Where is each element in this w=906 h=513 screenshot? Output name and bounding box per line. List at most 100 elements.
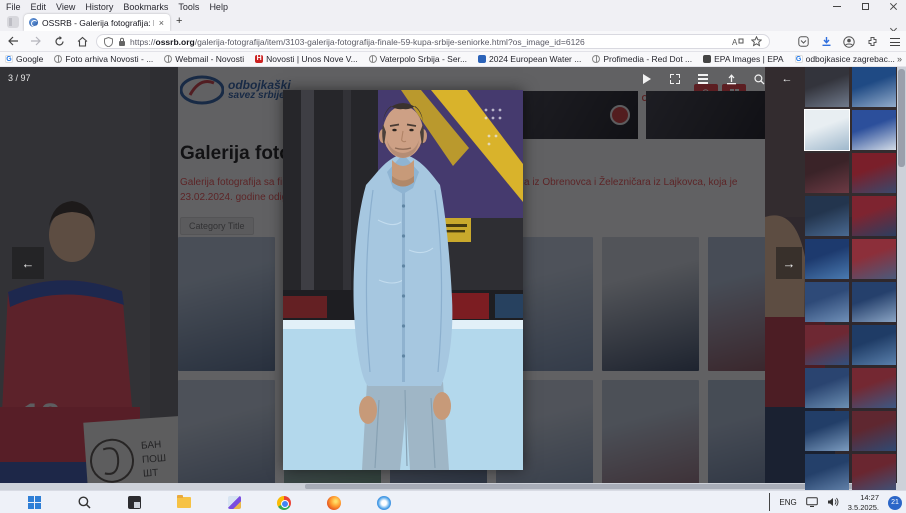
tabbar: OSSRB - Galerija fotografija: Fi × + (0, 13, 906, 31)
chrome-button[interactable] (276, 495, 292, 511)
new-tab-button[interactable]: + (176, 15, 182, 27)
bookmark-item[interactable]: GGoogle (5, 54, 43, 64)
bookmark-item[interactable]: 2024 European Water ... (478, 54, 581, 64)
play-icon (643, 74, 651, 84)
thumbnail[interactable] (805, 454, 849, 490)
taskbar-clock[interactable]: 14:27 3.5.2025. (848, 493, 879, 512)
task-view-button[interactable] (126, 495, 142, 511)
thumbnail[interactable] (805, 67, 849, 107)
firefox-button[interactable] (326, 495, 342, 511)
app-menu-icon[interactable] (888, 35, 902, 49)
firefox-view-icon[interactable] (7, 16, 19, 28)
volume-icon[interactable] (827, 494, 839, 512)
bookmarks-overflow-chevron[interactable]: » (897, 54, 902, 64)
notification-count-badge[interactable]: 21 (888, 496, 902, 510)
menu-item-tools[interactable]: Tools (178, 2, 199, 12)
browser-tab[interactable]: OSSRB - Galerija fotografija: Fi × (24, 14, 170, 31)
vertical-scrollbar[interactable] (897, 67, 906, 483)
toolbar-right-icons (796, 33, 902, 50)
download-icon (726, 74, 737, 85)
start-button[interactable] (26, 495, 42, 511)
menu-item-view[interactable]: View (56, 2, 75, 12)
downloads-icon[interactable] (819, 35, 833, 49)
snipping-tool-button[interactable] (226, 495, 242, 511)
minimize-button[interactable] (830, 1, 844, 13)
extensions-icon[interactable] (865, 35, 879, 49)
url-bar[interactable]: https://ossrb.org/galerija-fotografija/i… (96, 34, 770, 49)
lock-icon[interactable] (117, 35, 126, 49)
taskbar: ENG 14:27 3.5.2025. 21 (0, 490, 906, 513)
globe-favicon-icon (369, 55, 377, 63)
back-button[interactable] (3, 33, 23, 49)
next-arrow-overlay-button[interactable]: → (776, 247, 802, 279)
previous-image-button[interactable]: ← (778, 70, 796, 88)
fullscreen-button[interactable] (666, 70, 684, 88)
bookmark-item[interactable]: Foto arhiva Novosti - ... (54, 54, 153, 64)
translate-icon[interactable]: A (731, 35, 745, 49)
thumbnail[interactable] (805, 153, 849, 193)
site-favicon-icon (29, 18, 38, 27)
menu-item-bookmarks[interactable]: Bookmarks (123, 2, 168, 12)
thumbnail[interactable] (852, 454, 896, 490)
firefox-icon (327, 496, 341, 510)
menu-item-edit[interactable]: Edit (31, 2, 47, 12)
thumbnail[interactable] (852, 196, 896, 236)
menu-item-history[interactable]: History (85, 2, 113, 12)
menu-item-file[interactable]: File (6, 2, 21, 12)
thumbnail[interactable] (805, 368, 849, 408)
thumbnail[interactable] (805, 411, 849, 451)
bookmark-item[interactable]: Vaterpolo Srbija - Ser... (369, 54, 467, 64)
thumbnail[interactable] (852, 110, 896, 150)
bookmark-item[interactable]: Godbojkasice zagrebac... (795, 54, 895, 64)
horizontal-scrollbar[interactable] (0, 483, 906, 490)
bookmark-item[interactable]: Webmail - Novosti (164, 54, 244, 64)
blue-favicon-icon (478, 55, 486, 63)
zoom-button[interactable] (750, 70, 768, 88)
thumbnail-current[interactable] (805, 110, 849, 150)
lightbox-main-image[interactable] (283, 90, 523, 470)
thumbnail[interactable] (805, 239, 849, 279)
maximize-button[interactable] (858, 1, 872, 13)
network-icon[interactable] (806, 494, 818, 512)
hidden-icons-chevron[interactable] (769, 494, 770, 512)
bookmark-item[interactable]: Profimedia - Red Dot ... (592, 54, 692, 64)
thumbnail[interactable] (852, 282, 896, 322)
thumbnail[interactable] (852, 368, 896, 408)
home-button[interactable] (72, 33, 92, 49)
thumbnails-button[interactable] (694, 70, 712, 88)
thumbnail[interactable] (852, 239, 896, 279)
thumbnail[interactable] (852, 325, 896, 365)
globe-favicon-icon (54, 55, 62, 63)
bookmark-star-icon[interactable] (749, 35, 763, 49)
thumbnail[interactable] (805, 282, 849, 322)
horizontal-scrollbar-thumb[interactable] (305, 484, 855, 489)
taskbar-search-button[interactable] (76, 495, 92, 511)
list-all-tabs-chevron-icon[interactable] (891, 18, 898, 25)
file-explorer-button[interactable] (176, 495, 192, 511)
thumbnail[interactable] (852, 153, 896, 193)
reload-button[interactable] (49, 33, 69, 49)
task-view-icon (128, 496, 141, 509)
download-button[interactable] (722, 70, 740, 88)
thumbnail[interactable] (852, 67, 896, 107)
tracking-protection-shield-icon[interactable] (103, 35, 113, 49)
thumbnail[interactable] (805, 196, 849, 236)
bookmark-item[interactable]: EPA Images | EPA (703, 54, 783, 64)
bookmark-label: 2024 European Water ... (489, 54, 581, 64)
vertical-scrollbar-thumb[interactable] (898, 69, 905, 167)
tab-close-icon[interactable]: × (158, 18, 165, 28)
lightbox-image-counter: 3 / 97 (8, 73, 31, 83)
account-icon[interactable] (842, 35, 856, 49)
menu-item-help[interactable]: Help (209, 2, 228, 12)
bookmark-item[interactable]: НNovosti | Unos Nove V... (255, 54, 358, 64)
slideshow-play-button[interactable] (638, 70, 656, 88)
red-favicon-icon: Н (255, 55, 263, 63)
pocket-icon[interactable] (796, 35, 810, 49)
close-button[interactable] (886, 1, 900, 13)
photos-app-button[interactable] (376, 495, 392, 511)
language-indicator[interactable]: ENG (779, 498, 796, 507)
forward-button[interactable] (26, 33, 46, 49)
previous-arrow-overlay-button[interactable]: ← (12, 247, 44, 279)
thumbnail[interactable] (852, 411, 896, 451)
thumbnail[interactable] (805, 325, 849, 365)
